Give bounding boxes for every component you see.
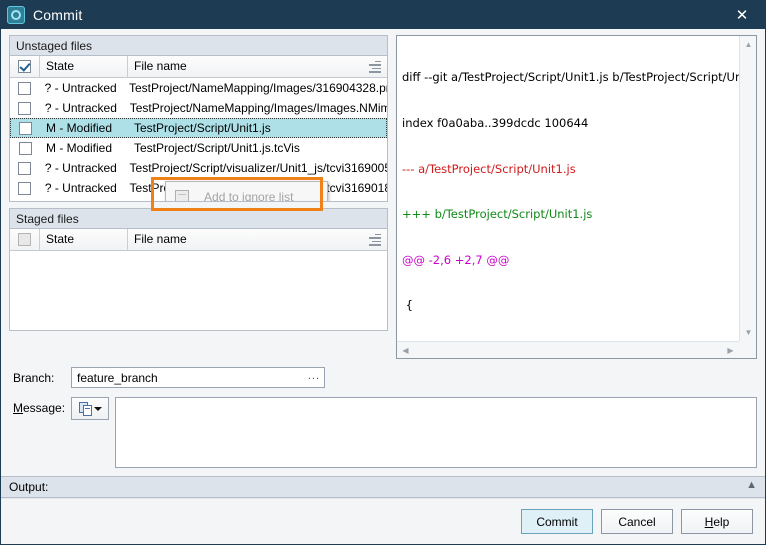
- context-menu-item-add-to-ignore-list: Add to ignore list: [166, 184, 327, 202]
- scroll-right-icon[interactable]: ▶: [722, 342, 739, 359]
- table-row[interactable]: M - Modified TestProject/Script/Unit1.js…: [10, 138, 387, 158]
- message-template-button[interactable]: [71, 397, 109, 420]
- row-checkbox-cell[interactable]: [10, 98, 39, 118]
- message-input[interactable]: [115, 397, 757, 468]
- row-filename: TestProject/Script/Unit1.js: [128, 118, 387, 138]
- staged-col-filename[interactable]: File name: [128, 229, 387, 251]
- row-state: ? - Untracked: [39, 78, 123, 98]
- row-checkbox[interactable]: [18, 162, 31, 175]
- table-row[interactable]: ? - Untracked TestProject/Script/visuali…: [10, 158, 387, 178]
- diff-line: +++ b/TestProject/Script/Unit1.js: [402, 207, 735, 222]
- row-state: ? - Untracked: [39, 178, 124, 198]
- commit-form: Branch: feature_branch ... Message:: [1, 359, 765, 476]
- scroll-left-icon[interactable]: ◀: [397, 342, 414, 359]
- copy-message-icon: [79, 402, 92, 416]
- diff-horizontal-scrollbar[interactable]: ◀ ▶: [397, 341, 739, 358]
- dialog-button-bar: Commit Cancel Help: [1, 498, 765, 544]
- branch-value: feature_branch: [77, 371, 158, 385]
- row-checkbox-cell[interactable]: [10, 118, 40, 138]
- chevron-up-icon[interactable]: ▲: [746, 480, 757, 491]
- row-state: M - Modified: [40, 118, 128, 138]
- staged-col-filename-label: File name: [134, 232, 187, 246]
- branch-row: Branch: feature_branch ...: [9, 367, 757, 389]
- table-row[interactable]: ? - Untracked TestProject/NameMapping/Im…: [10, 98, 387, 118]
- app-gear-icon: [7, 6, 25, 24]
- row-filename: TestProject/Script/visualizer/Unit1_js/t…: [124, 158, 387, 178]
- row-checkbox-cell[interactable]: [10, 178, 39, 198]
- row-state: ? - Untracked: [39, 158, 124, 178]
- unstaged-col-filename-label: File name: [134, 59, 187, 73]
- output-label: Output:: [9, 480, 48, 494]
- select-all-checkbox[interactable]: [18, 60, 31, 73]
- close-icon[interactable]: ✕: [719, 1, 765, 29]
- cancel-button[interactable]: Cancel: [601, 509, 673, 534]
- staged-select-all-header[interactable]: [10, 229, 40, 251]
- file-lists-column: Unstaged files State File name: [9, 35, 388, 359]
- title-bar: Commit ✕: [1, 1, 765, 29]
- branch-browse-button[interactable]: ...: [308, 368, 320, 387]
- row-checkbox-cell[interactable]: [10, 158, 39, 178]
- row-checkbox[interactable]: [18, 102, 31, 115]
- row-state: ? - Untracked: [39, 98, 124, 118]
- unstaged-section-label: Unstaged files: [9, 35, 388, 55]
- row-filename: TestProject/NameMapping/Images/316904328…: [123, 78, 387, 98]
- unstaged-files-grid[interactable]: State File name ? - Untracked TestProjec…: [9, 55, 388, 202]
- commit-button[interactable]: Commit: [521, 509, 593, 534]
- output-section-header[interactable]: Output: ▲: [1, 476, 765, 498]
- unstaged-rows: ? - Untracked TestProject/NameMapping/Im…: [10, 78, 387, 198]
- row-checkbox-cell[interactable]: [10, 138, 40, 158]
- table-row-selected[interactable]: M - Modified TestProject/Script/Unit1.js: [10, 118, 387, 138]
- column-options-icon[interactable]: [369, 61, 381, 72]
- help-button[interactable]: Help: [681, 509, 753, 534]
- scrollbar-corner: [739, 341, 756, 358]
- table-row[interactable]: ? - Untracked TestProject/NameMapping/Im…: [10, 78, 387, 98]
- row-checkbox-cell[interactable]: [10, 78, 39, 98]
- unstaged-select-all-header[interactable]: [10, 56, 40, 78]
- context-menu[interactable]: Add to ignore list ⤴ Revert: [165, 181, 328, 202]
- diff-line: index f0a0aba..399dcdc 100644: [402, 116, 735, 131]
- staged-grid-header: State File name: [10, 229, 387, 251]
- diff-vertical-scrollbar[interactable]: ▲ ▼: [739, 36, 756, 341]
- diff-line: {: [402, 298, 735, 313]
- context-menu-item-label: Add to ignore list: [194, 190, 293, 202]
- message-row: Message:: [9, 397, 757, 468]
- row-checkbox[interactable]: [19, 142, 32, 155]
- row-checkbox[interactable]: [19, 122, 32, 135]
- staged-col-state[interactable]: State: [40, 229, 128, 251]
- scroll-up-icon[interactable]: ▲: [740, 36, 757, 53]
- unstaged-col-filename[interactable]: File name: [128, 56, 387, 78]
- unstaged-grid-header: State File name: [10, 56, 387, 78]
- diff-text: diff --git a/TestProject/Script/Unit1.js…: [397, 36, 739, 341]
- scroll-down-icon[interactable]: ▼: [740, 324, 757, 341]
- branch-input[interactable]: feature_branch ...: [71, 367, 325, 388]
- diff-line: --- a/TestProject/Script/Unit1.js: [402, 162, 735, 177]
- diff-line: @@ -2,6 +2,7 @@: [402, 253, 735, 268]
- row-checkbox[interactable]: [18, 182, 31, 195]
- chevron-down-icon[interactable]: [94, 407, 102, 411]
- unstaged-col-state[interactable]: State: [40, 56, 128, 78]
- ignore-list-icon: [170, 190, 194, 202]
- row-filename: TestProject/Script/Unit1.js.tcVis: [128, 138, 387, 158]
- column-options-icon[interactable]: [369, 234, 381, 245]
- diff-panel[interactable]: diff --git a/TestProject/Script/Unit1.js…: [396, 35, 757, 359]
- staged-section-label: Staged files: [9, 208, 388, 228]
- dialog-body: Unstaged files State File name: [1, 29, 765, 544]
- row-checkbox[interactable]: [18, 82, 31, 95]
- upper-panes: Unstaged files State File name: [1, 29, 765, 359]
- message-label: Message:: [9, 397, 71, 419]
- staged-select-all-checkbox[interactable]: [18, 233, 31, 246]
- row-filename: TestProject/NameMapping/Images/Images.NM…: [124, 98, 387, 118]
- branch-label: Branch:: [9, 367, 71, 389]
- diff-line: diff --git a/TestProject/Script/Unit1.js…: [402, 70, 735, 85]
- staged-files-grid[interactable]: State File name: [9, 228, 388, 331]
- commit-dialog: Commit ✕ Unstaged files State File name: [0, 0, 766, 545]
- row-state: M - Modified: [40, 138, 128, 158]
- window-title: Commit: [33, 7, 82, 23]
